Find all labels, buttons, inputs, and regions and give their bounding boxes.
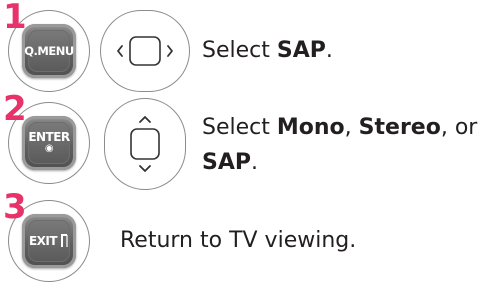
left-right-arrows-icon[interactable] <box>100 10 190 92</box>
option-sap: SAP <box>276 38 326 63</box>
option-sap-2: SAP <box>202 150 251 175</box>
option-stereo: Stereo <box>358 115 441 140</box>
step-1-description: Select SAP. <box>202 38 333 63</box>
qmenu-button[interactable]: Q.MENU <box>22 24 76 78</box>
exit-button-label: EXIT <box>28 234 58 248</box>
step-number-3: 3 <box>3 187 27 227</box>
up-down-arrows-icon[interactable] <box>104 98 186 190</box>
option-mono: Mono <box>276 115 345 140</box>
step-2-description-line2: SAP. <box>202 150 258 175</box>
exit-bracket-icon <box>61 234 68 247</box>
enter-button[interactable]: ENTER ◉ <box>22 116 76 170</box>
enter-button-label: ENTER <box>28 130 70 144</box>
step-number-2: 2 <box>3 89 27 129</box>
enter-dot-icon: ◉ <box>44 143 54 154</box>
step-3-description: Return to TV viewing. <box>120 228 357 253</box>
qmenu-button-label: Q.MENU <box>24 44 74 58</box>
step-2-description: Select Mono, Stereo, or <box>202 115 478 140</box>
step-number-1: 1 <box>3 0 27 37</box>
exit-button[interactable]: EXIT <box>22 214 76 268</box>
